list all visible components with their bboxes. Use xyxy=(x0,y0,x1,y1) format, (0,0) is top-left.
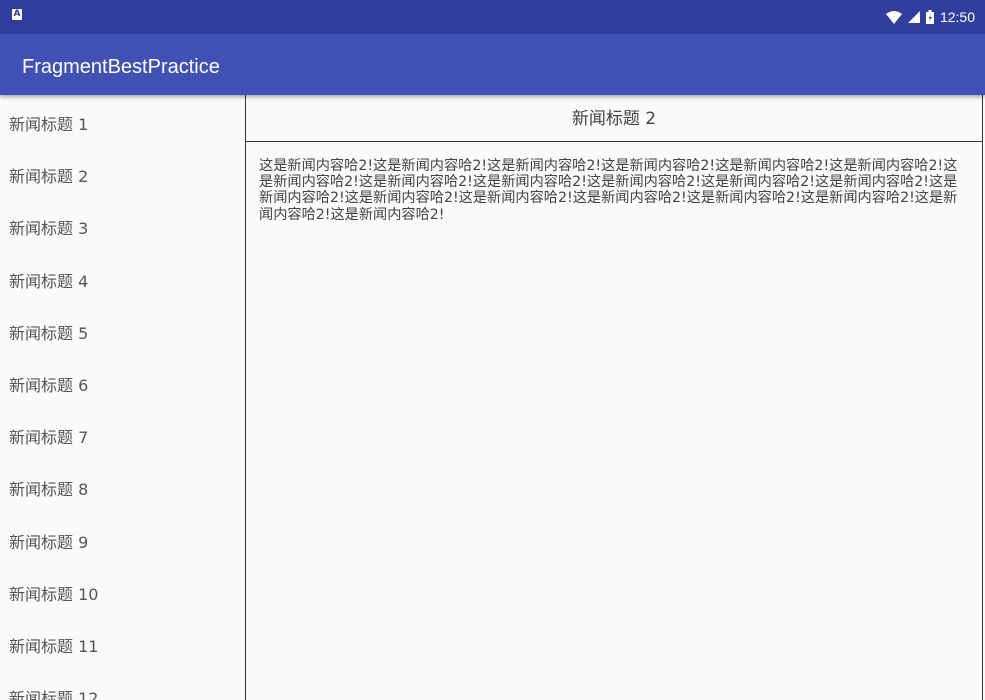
battery-icon xyxy=(925,10,934,24)
news-list-item-label: 新闻标题 7 xyxy=(9,428,89,448)
signal-icon xyxy=(907,11,920,23)
app-title: FragmentBestPractice xyxy=(22,56,220,78)
right-edge-divider xyxy=(982,95,983,700)
news-list-item[interactable]: 新闻标题 7 xyxy=(0,410,245,462)
news-list-item[interactable]: 新闻标题 5 xyxy=(0,306,245,358)
news-list-item-label: 新闻标题 6 xyxy=(9,376,89,396)
news-list-item-label: 新闻标题 2 xyxy=(9,167,89,187)
news-list-item[interactable]: 新闻标题 3 xyxy=(0,201,245,253)
news-title-list[interactable]: 新闻标题 1 新闻标题 2 新闻标题 3 新闻标题 4 新闻标题 5 新闻标题 6 新闻标题… xyxy=(0,95,245,700)
news-list-item[interactable]: 新闻标题 2 xyxy=(0,149,245,201)
news-list-item[interactable]: 新闻标题 8 xyxy=(0,462,245,514)
status-time: 12:50 xyxy=(939,9,975,25)
news-list-item[interactable]: 新闻标题 6 xyxy=(0,358,245,410)
news-list-item[interactable]: 新闻标题 12 xyxy=(0,671,245,700)
news-list-item-label: 新闻标题 11 xyxy=(9,636,99,656)
news-list-item-label: 新闻标题 12 xyxy=(9,689,99,700)
news-list-item-label: 新闻标题 3 xyxy=(9,219,89,239)
wifi-icon xyxy=(885,10,902,24)
news-content-pane: 新闻标题 2 这是新闻内容哈2!这是新闻内容哈2!这是新闻内容哈2!这是新闻内容… xyxy=(246,95,982,700)
news-detail-content: 这是新闻内容哈2!这是新闻内容哈2!这是新闻内容哈2!这是新闻内容哈2!这是新闻… xyxy=(259,158,958,223)
app-bar: FragmentBestPractice xyxy=(0,34,985,95)
news-list-item-label: 新闻标题 1 xyxy=(9,115,89,135)
news-list-item-label: 新闻标题 5 xyxy=(9,323,89,343)
news-list-item[interactable]: 新闻标题 10 xyxy=(0,567,245,619)
news-list-item[interactable]: 新闻标题 4 xyxy=(0,254,245,306)
news-list-item-label: 新闻标题 4 xyxy=(9,271,89,291)
news-detail-title: 新闻标题 2 xyxy=(571,109,657,129)
news-list-item[interactable]: 新闻标题 9 xyxy=(0,515,245,567)
news-list-item-label: 新闻标题 9 xyxy=(9,532,89,552)
status-bar: A 12:50 xyxy=(0,0,985,34)
a-notification-icon: A xyxy=(12,9,22,20)
news-list-item-label: 新闻标题 10 xyxy=(9,584,99,604)
status-icons: 12:50 xyxy=(885,0,975,34)
news-list-item[interactable]: 新闻标题 11 xyxy=(0,619,245,671)
news-list-item-label: 新闻标题 8 xyxy=(9,480,89,500)
news-list-item[interactable]: 新闻标题 1 xyxy=(0,97,245,149)
